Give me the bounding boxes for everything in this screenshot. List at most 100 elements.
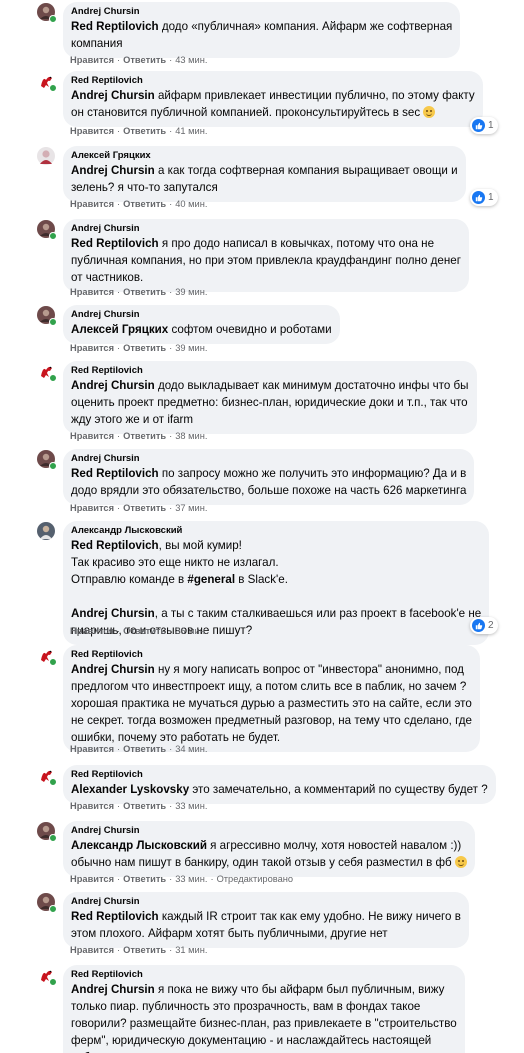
avatar[interactable]	[37, 220, 57, 240]
avatar[interactable]	[37, 306, 57, 326]
comment-author[interactable]: Andrej Chursin	[71, 825, 467, 837]
like-button[interactable]: Нравится	[70, 431, 114, 441]
comment-time[interactable]: 39 мин.	[175, 287, 207, 297]
like-button[interactable]: Нравится	[70, 626, 114, 636]
mention-link[interactable]: Andrej Chursin	[71, 663, 155, 676]
mention-link[interactable]: Red Reptilovich	[71, 20, 159, 33]
reply-button[interactable]: Ответить	[123, 874, 166, 884]
reply-button[interactable]: Ответить	[123, 343, 166, 353]
comment-text: Andrej Chursin додо выкладывает как мини…	[71, 379, 469, 426]
comment-author[interactable]: Andrej Chursin	[71, 309, 332, 321]
mention-link[interactable]: Александр Лысковский	[71, 839, 207, 852]
like-button[interactable]: Нравится	[70, 199, 114, 209]
avatar[interactable]	[37, 522, 55, 540]
online-status-dot	[49, 232, 57, 240]
avatar[interactable]	[37, 966, 57, 986]
avatar[interactable]	[37, 450, 57, 470]
comment-text: Andrej Chursin а как тогда софтверная ко…	[71, 164, 458, 194]
comment-author[interactable]: Александр Лысковский	[71, 525, 481, 537]
like-button[interactable]: Нравится	[70, 503, 114, 513]
aleksey-avatar-icon	[37, 147, 55, 165]
reply-button[interactable]: Ответить	[123, 626, 166, 636]
comment-actions: Нравится · Ответить · 37 мин.	[70, 503, 208, 513]
comment-author[interactable]: Red Reptilovich	[71, 769, 488, 781]
like-button[interactable]: Нравится	[70, 343, 114, 353]
online-status-dot	[49, 905, 57, 913]
comment-time[interactable]: 33 мин.	[175, 874, 207, 884]
comment-author[interactable]: Andrej Chursin	[71, 6, 452, 18]
comment-author[interactable]: Andrej Chursin	[71, 896, 461, 908]
comment-time[interactable]: 37 мин.	[175, 503, 207, 513]
avatar[interactable]	[37, 646, 57, 666]
reply-button[interactable]: Ответить	[123, 744, 166, 754]
comment-actions: Нравится · Ответить · 40 мин.	[70, 199, 208, 209]
avatar[interactable]	[37, 822, 57, 842]
mention-link[interactable]: Andrej Chursin	[71, 164, 155, 177]
comment-time[interactable]: 38 мин.	[175, 431, 207, 441]
comment-time[interactable]: 36 мин.	[175, 626, 207, 636]
avatar[interactable]	[37, 893, 57, 913]
reaction-badge[interactable]: 1	[470, 189, 498, 206]
mention-link[interactable]: Andrej Chursin	[71, 379, 155, 392]
comment-time[interactable]: 39 мин.	[175, 343, 207, 353]
comment-time[interactable]: 31 мин.	[175, 945, 207, 955]
mention-link[interactable]: Andrej Chursin	[71, 983, 155, 996]
avatar[interactable]	[37, 766, 57, 786]
mention-link[interactable]: Andrej Chursin	[71, 89, 155, 102]
comment-author[interactable]: Red Reptilovich	[71, 75, 475, 87]
mention-link[interactable]: Red Reptilovich	[71, 467, 159, 480]
mention-link[interactable]: Red Reptilovich	[71, 910, 159, 923]
like-button[interactable]: Нравится	[70, 744, 114, 754]
avatar[interactable]	[37, 147, 55, 165]
like-button[interactable]: Нравится	[70, 874, 114, 884]
comment-time[interactable]: 33 мин.	[175, 801, 207, 811]
comment-author[interactable]: Red Reptilovich	[71, 649, 472, 661]
like-button[interactable]: Нравится	[70, 55, 114, 65]
avatar[interactable]	[37, 72, 57, 92]
comment-bubble: Red Reptilovich Andrej Chursin я пока не…	[63, 965, 465, 1053]
comment-text: Alexander Lyskovsky это замечательно, а …	[71, 783, 488, 796]
comment-time[interactable]: 43 мин.	[175, 55, 207, 65]
reply-button[interactable]: Ответить	[123, 287, 166, 297]
comment-author[interactable]: Andrej Chursin	[71, 223, 461, 235]
reaction-badge[interactable]: 2	[470, 617, 498, 634]
comment-bubble: Red Reptilovich Andrej Chursin ну я могу…	[63, 645, 481, 752]
reply-button[interactable]: Ответить	[123, 801, 166, 811]
mention-link[interactable]: Alexander Lyskovsky	[71, 783, 189, 796]
comment-actions: Нравится · Ответить · 31 мин.	[70, 945, 208, 955]
comment-text: Алексей Гряцких софтом очевидно и робота…	[71, 323, 332, 336]
comment-author[interactable]: Red Reptilovich	[71, 365, 469, 377]
comment-actions: Нравится · Ответить · 39 мин.	[70, 343, 208, 353]
reply-button[interactable]: Ответить	[123, 503, 166, 513]
reply-button[interactable]: Ответить	[123, 431, 166, 441]
avatar[interactable]	[37, 362, 57, 382]
comment-time[interactable]: 40 мин.	[175, 199, 207, 209]
comment-actions: Нравится · Ответить · 36 мин.	[70, 626, 208, 636]
mention-link[interactable]: Andrej Chursin	[71, 607, 155, 620]
edited-label[interactable]: Отредактировано	[217, 874, 294, 884]
mention-link[interactable]: Red Reptilovich	[71, 539, 159, 552]
comment-time[interactable]: 41 мин.	[175, 126, 207, 136]
like-button[interactable]: Нравится	[70, 287, 114, 297]
online-status-dot	[49, 978, 57, 986]
reply-button[interactable]: Ответить	[123, 199, 166, 209]
comment-actions: Нравится · Ответить · 38 мин.	[70, 431, 208, 441]
reply-button[interactable]: Ответить	[123, 126, 166, 136]
comment-author[interactable]: Andrej Chursin	[71, 453, 466, 465]
reply-button[interactable]: Ответить	[123, 945, 166, 955]
thumbs-up-icon	[472, 191, 485, 204]
like-button[interactable]: Нравится	[70, 126, 114, 136]
mention-link[interactable]: Алексей Гряцких	[71, 323, 168, 336]
comment-time[interactable]: 34 мин.	[175, 744, 207, 754]
reply-button[interactable]: Ответить	[123, 55, 166, 65]
online-status-dot	[49, 658, 57, 666]
hashtag-link[interactable]: #general	[187, 573, 235, 586]
avatar[interactable]	[37, 3, 57, 23]
comment-bubble: Red Reptilovich Andrej Chursin додо выкл…	[63, 361, 477, 434]
reaction-badge[interactable]: 1	[470, 117, 498, 134]
comment-author[interactable]: Red Reptilovich	[71, 969, 457, 981]
comment-author[interactable]: Алексей Гряцких	[71, 150, 458, 162]
like-button[interactable]: Нравится	[70, 945, 114, 955]
mention-link[interactable]: Red Reptilovich	[71, 237, 159, 250]
like-button[interactable]: Нравится	[70, 801, 114, 811]
